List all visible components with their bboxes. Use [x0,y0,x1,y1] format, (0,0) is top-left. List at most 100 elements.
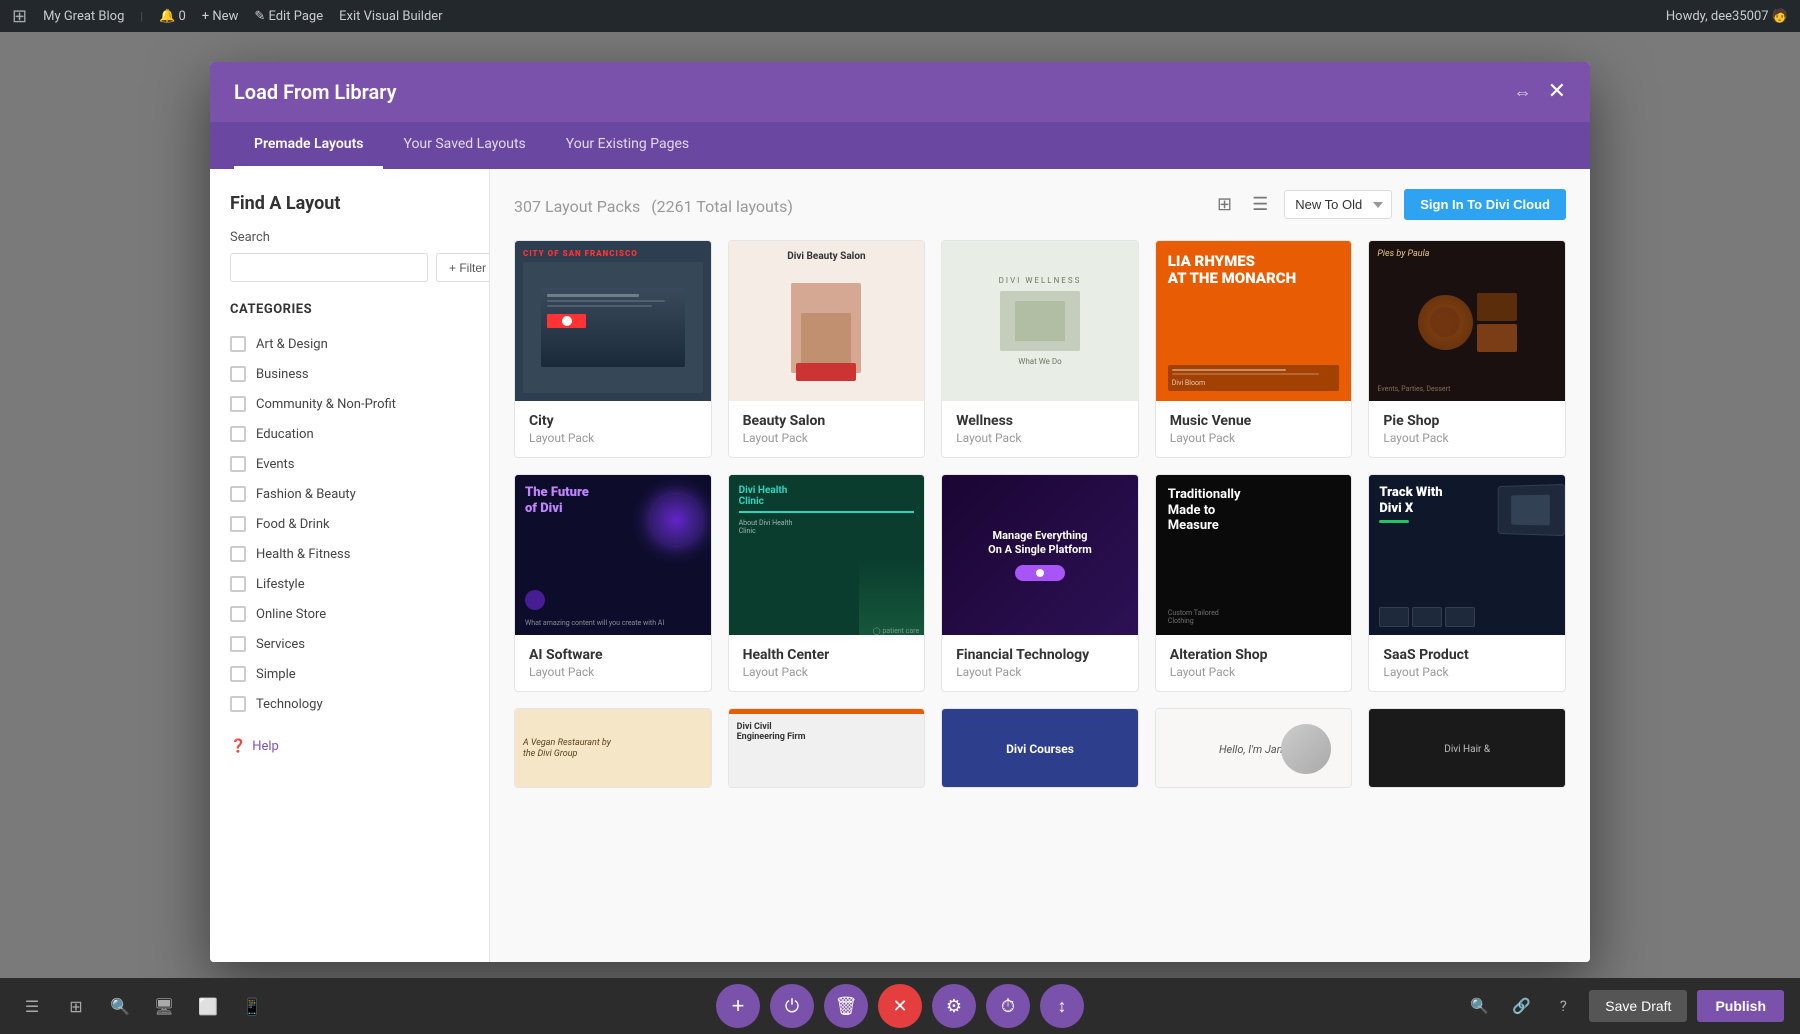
site-name[interactable]: My Great Blog [43,9,124,24]
layout-card-wellness[interactable]: DIVI WELLNESS What We Do Wellness Layout… [941,240,1139,458]
grid-icon[interactable]: ⊞ [60,990,92,1022]
notifications-link[interactable]: 🔔 0 [159,9,186,24]
layout-card-saas[interactable]: Track WithDivi X [1368,474,1566,692]
category-checkbox-food[interactable] [230,516,246,532]
layout-card-courses[interactable]: Divi Courses [941,708,1139,788]
desktop-icon[interactable]: 🖥 [148,990,180,1022]
category-checkbox-simple[interactable] [230,666,246,682]
new-link[interactable]: + New [202,9,239,24]
list-view-icon[interactable]: ☰ [1248,190,1272,219]
tab-saved-layouts[interactable]: Your Saved Layouts [383,122,545,169]
card-type-beauty: Layout Pack [743,431,911,445]
category-checkbox-events[interactable] [230,456,246,472]
layout-count: 307 Layout Packs (2261 Total layouts) [514,193,793,217]
category-item-fashion[interactable]: Fashion & Beauty [230,479,469,509]
tab-premade-layouts[interactable]: Premade Layouts [234,122,383,169]
search-bottom-icon[interactable]: 🔍 [104,990,136,1022]
category-item-technology[interactable]: Technology [230,689,469,719]
category-item-services[interactable]: Services [230,629,469,659]
sort-select[interactable]: New To Old Old To New A to Z Z to A [1284,190,1392,219]
history-button[interactable]: ⏱ [986,984,1030,1028]
card-info-city: City Layout Pack [515,401,711,457]
layout-card-hair[interactable]: Divi Hair & [1368,708,1566,788]
category-checkbox-technology[interactable] [230,696,246,712]
modal-title: Load From Library [234,80,397,104]
category-item-business[interactable]: Business [230,359,469,389]
category-checkbox-education[interactable] [230,426,246,442]
layout-card-fintech[interactable]: Manage EverythingOn A Single Platform Fi… [941,474,1139,692]
layout-card-ai-software[interactable]: The Futureof Divi What amazing content w… [514,474,712,692]
card-type-saas: Layout Pack [1383,665,1551,679]
card-info-beauty: Beauty Salon Layout Pack [729,401,925,457]
search-right-icon[interactable]: 🔍 [1463,990,1495,1022]
category-checkbox-fashion[interactable] [230,486,246,502]
total-layouts-text: (2261 Total layouts) [651,197,793,216]
howdy-text: Howdy, dee35007 🧑 [1666,9,1788,24]
category-item-online-store[interactable]: Online Store [230,599,469,629]
publish-button[interactable]: Publish [1697,990,1784,1022]
layout-card-pie-shop[interactable]: Pies by Paula Events, Parties, [1368,240,1566,458]
close-icon[interactable]: ✕ [1548,81,1566,103]
category-checkbox-health[interactable] [230,546,246,562]
category-item-education[interactable]: Education [230,419,469,449]
layout-card-health-center[interactable]: Divi HealthClinic About Divi HealthClini… [728,474,926,692]
layout-card-alteration[interactable]: TraditionallyMade toMeasure Custom Tailo… [1155,474,1353,692]
grid-view-icon[interactable]: ⊞ [1213,190,1236,219]
sign-in-cloud-button[interactable]: Sign In To Divi Cloud [1404,189,1566,220]
category-item-food[interactable]: Food & Drink [230,509,469,539]
layout-button[interactable]: ↕ [1040,984,1084,1028]
category-item-simple[interactable]: Simple [230,659,469,689]
add-button[interactable]: + [716,984,760,1028]
mobile-icon[interactable]: 📱 [236,990,268,1022]
trash-button[interactable]: 🗑 [824,984,868,1028]
card-type-health: Layout Pack [743,665,911,679]
category-checkbox-services[interactable] [230,636,246,652]
help-link[interactable]: ❓ Help [230,739,469,754]
settings-button[interactable]: ⚙ [932,984,976,1028]
search-input[interactable] [230,253,428,282]
category-item-lifestyle[interactable]: Lifestyle [230,569,469,599]
category-checkbox-community[interactable] [230,396,246,412]
layout-card-beauty-salon[interactable]: Divi Beauty Salon Beauty Salon Layout Pa… [728,240,926,458]
layout-card-vegan[interactable]: A Vegan Restaurant bythe Divi Group [514,708,712,788]
layout-card-blog[interactable]: Hello, I'm Jane [1155,708,1353,788]
category-label-health: Health & Fitness [256,547,350,562]
category-label-events: Events [256,457,294,472]
category-item-community[interactable]: Community & Non-Profit [230,389,469,419]
tab-existing-pages[interactable]: Your Existing Pages [546,122,709,169]
category-checkbox-online-store[interactable] [230,606,246,622]
category-label-food: Food & Drink [256,517,330,532]
wp-logo-icon: ⊞ [12,6,27,27]
category-checkbox-lifestyle[interactable] [230,576,246,592]
adjust-icon[interactable]: ⇔ [1514,82,1532,103]
save-draft-button[interactable]: Save Draft [1589,990,1687,1022]
layout-card-civil[interactable]: Divi CivilEngineering Firm [728,708,926,788]
card-name-beauty: Beauty Salon [743,413,911,429]
power-button[interactable]: ⏻ [770,984,814,1028]
layout-card-music-venue[interactable]: LIA RHYMESAT THE MONARCH Divi Bloom Musi [1155,240,1353,458]
category-item-events[interactable]: Events [230,449,469,479]
category-item-art[interactable]: Art & Design [230,329,469,359]
layout-card-city[interactable]: CITY OF SAN FRANCISCO [514,240,712,458]
search-label: Search [230,230,469,245]
category-checkbox-business[interactable] [230,366,246,382]
exit-visual-builder-link[interactable]: Exit Visual Builder [339,9,442,24]
tablet-icon[interactable]: ⬜ [192,990,224,1022]
card-info-music: Music Venue Layout Pack [1156,401,1352,457]
category-item-health[interactable]: Health & Fitness [230,539,469,569]
close-button[interactable]: ✕ [878,984,922,1028]
category-checkbox-art[interactable] [230,336,246,352]
category-label-business: Business [256,367,309,382]
card-name-music: Music Venue [1170,413,1338,429]
filter-button[interactable]: + Filter [436,253,490,282]
admin-bar: ⊞ My Great Blog | 🔔 0 + New ✎ Edit Page … [0,0,1800,32]
help-bottom-icon[interactable]: ? [1547,990,1579,1022]
edit-page-link[interactable]: ✎ Edit Page [254,9,323,24]
card-type-pie: Layout Pack [1383,431,1551,445]
category-label-technology: Technology [256,697,323,712]
category-label-art: Art & Design [256,337,328,352]
help-icon: ❓ [230,739,246,754]
menu-icon[interactable]: ☰ [16,990,48,1022]
category-label-online-store: Online Store [256,607,326,622]
link-icon[interactable]: 🔗 [1505,990,1537,1022]
